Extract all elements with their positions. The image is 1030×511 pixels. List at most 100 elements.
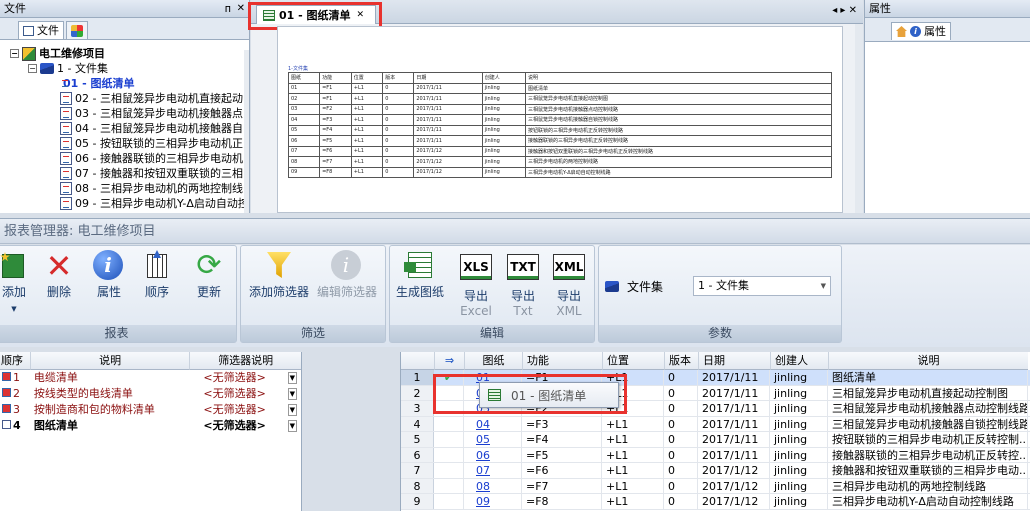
dropdown-arrow-icon[interactable]: ▼ <box>287 372 298 384</box>
column-header[interactable]: 顺序 <box>0 352 30 370</box>
table-row[interactable]: 4 04 =F3 +L1 0 2017/1/11 jinling 三相鼠笼异步电动机接触器自锁… <box>401 416 1030 432</box>
report-type-icon <box>2 388 11 397</box>
column-header[interactable]: 位置 <box>602 352 664 370</box>
report-row[interactable]: 2 按线类型的电线清单 <无筛选器> ▼ <box>0 386 301 402</box>
close-icon[interactable]: ✕ <box>237 0 245 18</box>
param-label: 文件集 <box>627 279 664 294</box>
drawing-icon <box>60 107 72 120</box>
tab-file[interactable]: 文件 <box>18 21 64 39</box>
report-row[interactable]: 4 图纸清单 <无筛选器> ▼ <box>0 418 301 434</box>
column-header[interactable]: 版本 <box>664 352 698 370</box>
drawing-number-link[interactable]: 09 <box>464 494 522 509</box>
tree-folder-label: 1 - 文件集 <box>57 62 108 75</box>
group-report: 添加 ▼ ✕ 删除 i 属性 顺序 ⟳ 更新 报表 <box>0 245 237 343</box>
drawing-icon <box>60 152 72 165</box>
tab-components[interactable] <box>66 21 88 39</box>
function-cell: =F4 <box>522 432 602 447</box>
tree-item[interactable]: 09 - 三相异步电动机Y-Δ启动自动控 <box>10 196 249 211</box>
collapse-icon[interactable]: − <box>10 49 19 58</box>
report-row[interactable]: 1 电缆清单 <无筛选器> ▼ <box>0 370 301 386</box>
column-header[interactable]: 创建人 <box>770 352 828 370</box>
dropdown-arrow-icon[interactable]: ▼ <box>287 420 298 432</box>
refresh-button[interactable]: ⟳ 更新 <box>189 250 229 300</box>
export-txt-button[interactable]: TXT 导出 Txt <box>500 250 546 319</box>
tooltip-highlight <box>433 374 627 414</box>
properties-tabs: i 属性 <box>865 18 1030 42</box>
report-filter[interactable]: <无筛选器> ▼ <box>189 370 301 386</box>
tree-item[interactable]: 06 - 接触器联锁的三相异步电动机 <box>10 151 249 166</box>
drawing-number-link[interactable]: 06 <box>464 447 522 462</box>
table-row[interactable]: 7 07 =F6 +L1 0 2017/1/12 jinling 接触器和按钮双重联锁的三相异… <box>401 463 1030 479</box>
column-header[interactable]: 筛选器说明 <box>189 352 301 370</box>
tab-nav-icons[interactable]: ◂ ▸ ✕ <box>832 5 857 16</box>
tree-item[interactable]: 05 - 按钮联锁的三相异步电动机正 <box>10 136 249 151</box>
pin-icon[interactable]: ᴨ <box>225 0 231 18</box>
tree-scrollbar[interactable] <box>244 50 249 213</box>
dropdown-arrow-icon[interactable]: ▼ <box>821 277 826 295</box>
export-xml-button[interactable]: XML 导出 XML <box>546 250 592 319</box>
pdf-cell: jinling <box>481 124 526 136</box>
delete-button[interactable]: ✕ 删除 <box>41 250 77 300</box>
pdf-cell: =F5 <box>319 135 352 147</box>
tree-root[interactable]: − 电工维修项目 <box>10 46 249 61</box>
table-row[interactable]: 5 05 =F4 +L1 0 2017/1/11 jinling 按钮联锁的三相异步电动机正反… <box>401 432 1030 448</box>
dropdown-arrow-icon[interactable]: ▼ <box>11 305 16 313</box>
param-row: 文件集 1 - 文件集 ▼ <box>605 276 831 296</box>
tree-item[interactable]: 01 - 图纸清单 <box>10 76 249 91</box>
row-number: 6 <box>401 447 434 462</box>
report-row[interactable]: 3 按制造商和包的物料清单 <无筛选器> ▼ <box>0 402 301 418</box>
generate-drawing-button[interactable]: 生成图纸 <box>392 250 448 300</box>
location-cell: +L1 <box>602 494 664 509</box>
order-button[interactable]: 顺序 <box>137 250 177 300</box>
creator-cell: jinling <box>770 494 828 509</box>
table-row[interactable]: 8 08 =F7 +L1 0 2017/1/12 jinling 三相异步电动机的两地控制线路 <box>401 478 1030 494</box>
pdf-cell: 0 <box>382 93 415 105</box>
pdf-cell: 0 <box>382 103 415 115</box>
pdf-cell: 0 <box>382 166 415 178</box>
pdf-page: 1-文件集 图纸 功能 位置 版本 日期 创建人 说明 01 =F1 +L1 0 2017/1/11… <box>277 26 843 213</box>
fileset-select[interactable]: 1 - 文件集 ▼ <box>693 276 831 296</box>
table-row[interactable]: 6 06 =F5 +L1 0 2017/1/11 jinling 接触器联锁的三相异步电动机正… <box>401 447 1030 463</box>
drawing-number-link[interactable]: 08 <box>464 478 522 493</box>
drawing-number-link[interactable]: 04 <box>464 416 522 431</box>
column-header[interactable]: 功能 <box>522 352 602 370</box>
column-header[interactable]: 日期 <box>698 352 770 370</box>
document-area: 01 - 图纸清单 ✕ ◂ ▸ ✕ 1-文件集 图纸 功能 位置 版本 日期 创建人 说明 … <box>248 0 863 213</box>
properties-button[interactable]: i 属性 <box>89 250 129 300</box>
tree-item[interactable]: 04 - 三相鼠笼异步电动机接触器自 <box>10 121 249 136</box>
edit-filter-button[interactable]: i 编辑筛选器 <box>313 250 381 300</box>
pdf-row: 03 =F2 +L1 0 2017/1/11 jinling 三相鼠笼异步电动机接触器点动控… <box>287 103 833 115</box>
dropdown-arrow-icon[interactable]: ▼ <box>287 404 298 416</box>
creator-cell: jinling <box>770 401 828 416</box>
tree-item[interactable]: 02 - 三相鼠笼异步电动机直接起动 <box>10 91 249 106</box>
pin-column-header[interactable]: ⇒ <box>434 352 464 370</box>
pdf-cell: 2017/1/11 <box>413 114 483 126</box>
column-header[interactable]: 说明 <box>828 352 1028 370</box>
report-filter[interactable]: <无筛选器> ▼ <box>189 386 301 402</box>
table-row[interactable]: 9 09 =F8 +L1 0 2017/1/12 jinling 三相异步电动机Y-Δ启动自动… <box>401 494 1030 510</box>
location-cell: +L1 <box>602 463 664 478</box>
collapse-icon[interactable]: − <box>28 64 37 73</box>
drawing-number-link[interactable]: 05 <box>464 432 522 447</box>
column-header[interactable]: 说明 <box>29 352 190 370</box>
dropdown-arrow-icon[interactable]: ▼ <box>287 388 298 400</box>
project-tree: − 电工维修项目 − 1 - 文件集 01 - 图纸清单 02 - 三相鼠笼异步电… <box>0 40 249 211</box>
tree-item[interactable]: 07 - 接触器和按钮双重联锁的三相 <box>10 166 249 181</box>
tree-item[interactable]: 08 - 三相异步电动机的两地控制线 <box>10 181 249 196</box>
tab-properties[interactable]: i 属性 <box>891 22 951 40</box>
column-header[interactable]: 图纸 <box>464 352 522 370</box>
export-excel-button[interactable]: XLS 导出 Excel <box>452 250 500 319</box>
drawing-number-link[interactable]: 07 <box>464 463 522 478</box>
report-filter[interactable]: <无筛选器> ▼ <box>189 418 301 434</box>
report-type-icon <box>2 404 11 413</box>
doc-scrollbar[interactable] <box>855 24 863 213</box>
tree-root-label: 电工维修项目 <box>39 47 105 60</box>
add-filter-button[interactable]: 添加筛选器 <box>245 250 313 300</box>
add-button[interactable]: 添加 ▼ <box>0 250 31 317</box>
report-filter[interactable]: <无筛选器> ▼ <box>189 402 301 418</box>
date-cell: 2017/1/12 <box>698 494 770 509</box>
tree-item[interactable]: 03 - 三相鼠笼异步电动机接触器点 <box>10 106 249 121</box>
tree-folder[interactable]: − 1 - 文件集 <box>10 61 249 76</box>
row-number: 9 <box>401 494 434 509</box>
description-cell: 接触器联锁的三相异步电动机正反转控... <box>828 447 1028 462</box>
